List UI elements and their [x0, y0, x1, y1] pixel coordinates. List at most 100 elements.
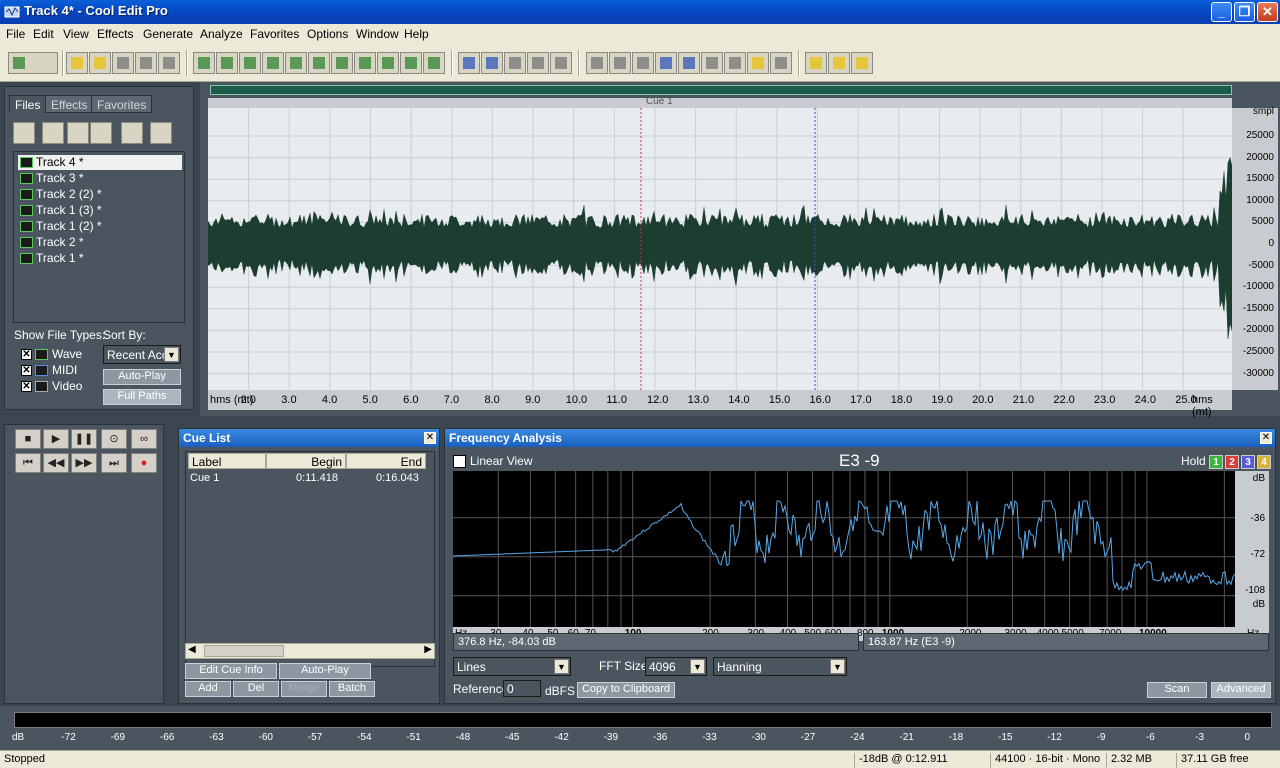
hold-2-button[interactable]: 2 — [1225, 455, 1239, 469]
menu-file[interactable]: File — [6, 27, 25, 41]
go-to-start-button[interactable]: ⏮ — [15, 453, 41, 473]
menu-edit[interactable]: Edit — [33, 27, 54, 41]
grid-icon[interactable] — [504, 52, 526, 74]
play-window-icon[interactable] — [655, 52, 677, 74]
insert-icon[interactable] — [67, 122, 89, 144]
selection-window-icon[interactable] — [724, 52, 746, 74]
window-c-icon[interactable] — [632, 52, 654, 74]
settings-icon[interactable] — [805, 52, 827, 74]
plot-type-select[interactable]: Lines ▼ — [453, 657, 571, 676]
close-icon[interactable]: ✕ — [1260, 432, 1272, 444]
help-icon[interactable] — [851, 52, 873, 74]
hold-1-button[interactable]: 1 — [1209, 455, 1223, 469]
menu-generate[interactable]: Generate — [143, 27, 193, 41]
fast-forward-button[interactable]: ▶▶ — [71, 453, 97, 473]
maximize-button[interactable]: ❐ — [1234, 2, 1255, 22]
paste-new-icon[interactable] — [354, 52, 376, 74]
time-window-icon[interactable] — [701, 52, 723, 74]
spectral-view-icon[interactable] — [458, 52, 480, 74]
list-item[interactable]: Track 1 * — [18, 251, 182, 266]
stop-button[interactable]: ■ — [15, 429, 41, 449]
play-button[interactable]: ▶ — [43, 429, 69, 449]
spectrum-canvas[interactable] — [453, 471, 1269, 627]
redo-icon[interactable] — [216, 52, 238, 74]
tab-effects[interactable]: Effects — [45, 95, 94, 113]
menu-analyze[interactable]: Analyze — [200, 27, 243, 41]
add-cue-button[interactable]: Add — [185, 681, 231, 697]
toggle-view-icon[interactable] — [8, 52, 58, 74]
pause-button[interactable]: ❚❚ — [71, 429, 97, 449]
window-a-icon[interactable] — [586, 52, 608, 74]
rewind-button[interactable]: ◀◀ — [43, 453, 69, 473]
advanced-button[interactable]: Advanced — [1211, 682, 1271, 698]
menu-window[interactable]: Window — [356, 27, 399, 41]
options-icon[interactable] — [121, 122, 143, 144]
copy-new-icon[interactable] — [285, 52, 307, 74]
cascade-icon[interactable] — [550, 52, 572, 74]
loop-button[interactable]: ∞ — [131, 429, 157, 449]
edit-cue-info-button[interactable]: Edit Cue Info — [185, 663, 277, 679]
save-icon[interactable] — [112, 52, 134, 74]
save-as-icon[interactable] — [135, 52, 157, 74]
undo-icon[interactable] — [193, 52, 215, 74]
list-item[interactable]: Track 2 (2) * — [18, 187, 182, 202]
auto-play-button[interactable]: Auto-Play — [103, 369, 181, 385]
menu-help[interactable]: Help — [404, 27, 429, 41]
copy-to-clipboard-button[interactable]: Copy to Clipboard — [577, 682, 675, 698]
cue-marker-label[interactable]: Cue 1 — [646, 96, 673, 107]
save-all-icon[interactable] — [158, 52, 180, 74]
copy-icon[interactable] — [262, 52, 284, 74]
open-file-icon[interactable] — [13, 122, 35, 144]
hold-3-button[interactable]: 3 — [1241, 455, 1255, 469]
horizontal-scrollbar[interactable]: ◀ ▶ — [185, 643, 435, 659]
sort-by-select[interactable]: Recent Acc ▼ — [103, 345, 181, 364]
help-icon[interactable] — [150, 122, 172, 144]
midi-checkbox[interactable]: ✕ — [21, 365, 32, 376]
paste-icon[interactable] — [331, 52, 353, 74]
levels-window-icon[interactable] — [747, 52, 769, 74]
reference-input[interactable]: 0 — [503, 680, 541, 697]
list-item[interactable]: Track 4 * — [18, 155, 182, 170]
trim-icon[interactable] — [400, 52, 422, 74]
auto-play-button[interactable]: Auto-Play — [279, 663, 371, 679]
scroll-right-icon[interactable]: ▶ — [424, 644, 432, 655]
merge-button[interactable]: Merge — [281, 681, 327, 697]
menu-options[interactable]: Options — [307, 27, 348, 41]
window-function-select[interactable]: Hanning ▼ — [713, 657, 847, 676]
minimize-button[interactable]: _ — [1211, 2, 1232, 22]
go-to-end-button[interactable]: ⏭ — [101, 453, 127, 473]
cut-icon[interactable] — [308, 52, 330, 74]
tab-favorites[interactable]: Favorites — [91, 95, 153, 113]
time-ruler[interactable]: hms (mt) hms (mt) 2.0 3.0 4.0 5.0 6.0 7.0 8.0 9… — [208, 390, 1232, 418]
zoom-window-icon[interactable] — [678, 52, 700, 74]
wave-checkbox[interactable]: ✕ — [21, 349, 32, 360]
scroll-thumb[interactable] — [204, 645, 284, 657]
full-paths-button[interactable]: Full Paths — [103, 389, 181, 405]
play-to-end-button[interactable]: ⊙ — [101, 429, 127, 449]
column-end[interactable]: End — [346, 453, 426, 469]
record-button[interactable]: ● — [131, 453, 157, 473]
scan-button[interactable]: Scan — [1147, 682, 1207, 698]
hand-icon[interactable] — [828, 52, 850, 74]
window-b-icon[interactable] — [609, 52, 631, 74]
hold-4-button[interactable]: 4 — [1257, 455, 1271, 469]
status-window-icon[interactable] — [770, 52, 792, 74]
open-folder-icon[interactable] — [89, 52, 111, 74]
fft-size-select[interactable]: 4096 ▼ — [645, 657, 707, 676]
batch-button[interactable]: Batch — [329, 681, 375, 697]
insert-multi-icon[interactable] — [90, 122, 112, 144]
waveform-canvas[interactable] — [208, 108, 1232, 390]
tile-icon[interactable] — [527, 52, 549, 74]
video-checkbox[interactable]: ✕ — [21, 381, 32, 392]
delete-cue-button[interactable]: Del — [233, 681, 279, 697]
new-file-icon[interactable] — [66, 52, 88, 74]
tab-files[interactable]: Files — [9, 95, 47, 113]
menu-view[interactable]: View — [63, 27, 89, 41]
overview-bar[interactable] — [210, 85, 1232, 95]
close-button[interactable]: ✕ — [1257, 2, 1278, 22]
cue-timeline[interactable]: Cue 1 — [208, 96, 1232, 108]
list-item[interactable]: Track 1 (3) * — [18, 203, 182, 218]
close-file-icon[interactable] — [42, 122, 64, 144]
column-label[interactable]: Label — [188, 453, 266, 469]
scroll-left-icon[interactable]: ◀ — [188, 644, 196, 655]
